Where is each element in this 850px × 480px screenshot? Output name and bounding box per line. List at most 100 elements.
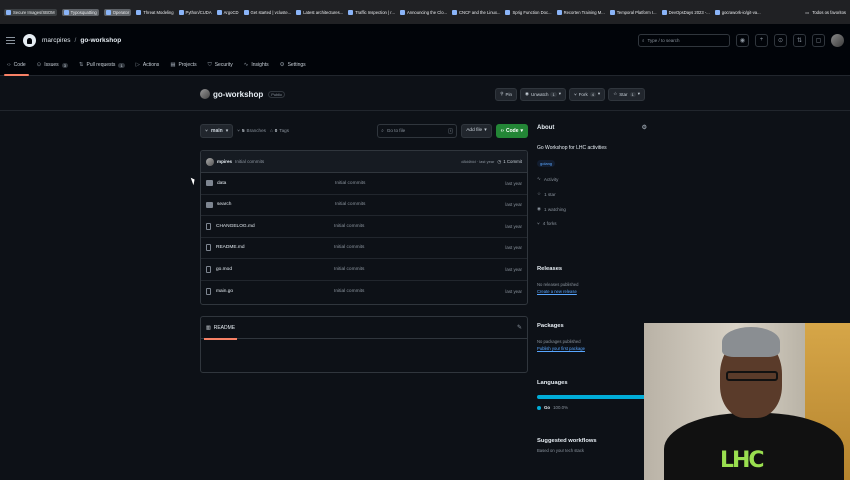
file-name[interactable]: main.go xyxy=(216,289,334,294)
repo-title[interactable]: go-workshop xyxy=(213,90,263,99)
branches-link[interactable]: ⑂ 5 Branches xyxy=(237,128,266,133)
file-commit-message[interactable]: Initial commits xyxy=(334,289,505,294)
file-name[interactable]: go.mod xyxy=(216,267,334,272)
global-search-input[interactable]: ⌕ Type / to search xyxy=(638,33,730,47)
commits-link[interactable]: ◷ 1 Commit xyxy=(497,159,522,165)
releases-title[interactable]: Releases xyxy=(537,266,647,272)
releases-empty-text: No releases published xyxy=(537,282,579,287)
file-commit-message[interactable]: Initial commits xyxy=(334,245,505,250)
bookmark-item[interactable]: Secure Images/SBOM xyxy=(4,8,57,16)
issues-button[interactable]: ⊙ xyxy=(774,33,787,47)
bookmark-item[interactable]: ArgoCD xyxy=(216,9,239,15)
file-commit-message[interactable]: Initial commits xyxy=(334,224,505,229)
menu-icon[interactable] xyxy=(6,36,15,45)
language-item[interactable]: Go 100.0% xyxy=(537,405,647,410)
topic-tag[interactable]: golang xyxy=(537,160,556,167)
file-name[interactable]: README.md xyxy=(216,245,334,250)
star-button[interactable]: ☆ Star 1 ▾ xyxy=(608,87,645,101)
branch-selector[interactable]: ⑂ main ▾ xyxy=(200,123,234,138)
bookmark-item[interactable]: gocrawork-io/git-va... xyxy=(714,9,761,15)
tab-count: 3 xyxy=(61,62,68,68)
go-to-file-input[interactable]: ⌕ Go to file t xyxy=(377,123,458,138)
file-name[interactable]: search xyxy=(217,202,335,207)
tab-issues[interactable]: ⊙ Issues 3 xyxy=(36,55,69,75)
workflows-subtitle: Based on your tech stack xyxy=(537,448,585,453)
tab-code[interactable]: ‹› Code xyxy=(4,55,29,76)
pencil-icon[interactable]: ✎ xyxy=(517,324,522,331)
tab-projects[interactable]: ▦ Projects xyxy=(169,55,197,75)
tab-settings[interactable]: ⚙ Settings xyxy=(279,55,307,75)
tab-insights[interactable]: ∿ Insights xyxy=(243,55,270,75)
add-file-button[interactable]: Add file ▾ xyxy=(461,123,492,138)
shirt-logo: LHC xyxy=(720,448,765,473)
readme-header: ▥ README ✎ xyxy=(201,317,527,340)
table-row[interactable]: CHANGELOG.md Initial commits last year xyxy=(201,216,527,238)
gear-icon[interactable]: ⚙ xyxy=(642,124,647,131)
about-stat[interactable]: ◉ 1 watching xyxy=(537,206,647,212)
file-commit-message[interactable]: Initial commits xyxy=(335,181,505,186)
bookmark-item[interactable]: Recorten Training M... xyxy=(556,9,605,15)
copilot-icon: ◉ xyxy=(739,37,746,44)
bookmark-item[interactable]: Python/CUDA xyxy=(178,9,212,15)
file-commit-message[interactable]: Initial commits xyxy=(334,267,505,272)
about-stat[interactable]: ⑂ 4 forks xyxy=(537,221,647,226)
bookmark-item[interactable]: CNCF and the Linux... xyxy=(452,9,500,15)
bookmark-item[interactable]: Sprig Function Doc... xyxy=(505,9,552,15)
favicon-icon xyxy=(178,9,184,15)
pull-requests-button[interactable]: ⇅ xyxy=(793,33,806,47)
tab-pull-requests[interactable]: ⇅ Pull requests 1 xyxy=(78,55,126,75)
fork-button[interactable]: ⑂ Fork 4 ▾ xyxy=(568,87,606,101)
github-logo-icon[interactable] xyxy=(23,33,36,47)
unwatch-button[interactable]: ◉ Unwatch 1 ▾ xyxy=(520,87,566,101)
copilot-button[interactable]: ◉ xyxy=(736,33,749,47)
table-row[interactable]: README.md Initial commits last year xyxy=(201,238,527,259)
table-row[interactable]: search Initial commits last year xyxy=(201,195,527,216)
tab-actions[interactable]: ▷ Actions xyxy=(135,55,161,75)
breadcrumb-separator: / xyxy=(74,36,77,44)
file-list: mpires Initial commits d8d4fdd · last ye… xyxy=(200,150,528,305)
pin-button[interactable]: ⚲ Pin xyxy=(495,87,518,101)
bookmark-item[interactable]: Temporal Platform I... xyxy=(609,9,657,15)
file-commit-message[interactable]: Initial commits xyxy=(335,202,505,207)
create-release-link[interactable]: Create a new release xyxy=(537,289,647,294)
bookmark-item[interactable]: Latest architectures... xyxy=(296,9,343,15)
table-row[interactable]: main.go Initial commits last year xyxy=(201,281,527,303)
readme-tab[interactable]: ▥ README xyxy=(203,317,238,340)
inbox-button[interactable]: ▢ xyxy=(812,33,825,47)
file-name[interactable]: CHANGELOG.md xyxy=(216,224,334,229)
bookmark-item[interactable]: Threat Modeling xyxy=(136,9,174,15)
repo-link[interactable]: go-workshop xyxy=(80,37,121,44)
bookmark-item[interactable]: Traffic Inspection | r... xyxy=(348,9,395,15)
presenter-hair xyxy=(722,327,780,357)
commit-author[interactable]: mpires xyxy=(217,159,232,164)
bookmark-item[interactable]: Announcing the Clo... xyxy=(399,9,447,15)
fork-icon: ⑂ xyxy=(537,221,540,226)
code-icon: ‹› xyxy=(7,62,11,68)
create-new-button[interactable]: + xyxy=(755,33,768,47)
bookmark-item[interactable]: DevOpsDays 2023 -... xyxy=(661,9,710,15)
tags-link[interactable]: ⌂ 0 Tags xyxy=(270,128,289,133)
favicon-icon xyxy=(136,9,142,15)
languages-section: Languages Go 100.0% xyxy=(537,380,647,410)
pulse-icon: ∿ xyxy=(537,176,541,181)
code-icon: ‹› xyxy=(500,127,504,134)
bookmark-item[interactable]: Operator xyxy=(103,8,132,16)
bookmark-item[interactable]: Typosquatting xyxy=(61,8,99,16)
owner-link[interactable]: marcpires xyxy=(42,37,71,44)
file-name[interactable]: data xyxy=(217,181,335,186)
bookmark-item[interactable]: Get started | vcluste... xyxy=(243,9,291,15)
packages-title[interactable]: Packages xyxy=(537,323,647,329)
favicon-icon xyxy=(216,9,222,15)
code-button[interactable]: ‹› Code ▾ xyxy=(495,123,528,138)
table-row[interactable]: data Initial commits last year xyxy=(201,173,527,195)
about-stat[interactable]: ☆ 1 star xyxy=(537,191,647,197)
avatar[interactable] xyxy=(206,157,214,166)
commit-hash-time[interactable]: d8d4fdd · last year xyxy=(461,159,494,164)
commit-message[interactable]: Initial commits xyxy=(235,159,264,164)
user-avatar[interactable] xyxy=(831,33,844,47)
all-bookmarks[interactable]: ▭ Todos os favoritos xyxy=(805,10,846,15)
about-stat[interactable]: ∿ Activity xyxy=(537,176,647,182)
table-row[interactable]: go.mod Initial commits last year xyxy=(201,259,527,281)
tab-security[interactable]: ⛉ Security xyxy=(207,55,234,75)
publish-package-link[interactable]: Publish your first package xyxy=(537,346,647,351)
